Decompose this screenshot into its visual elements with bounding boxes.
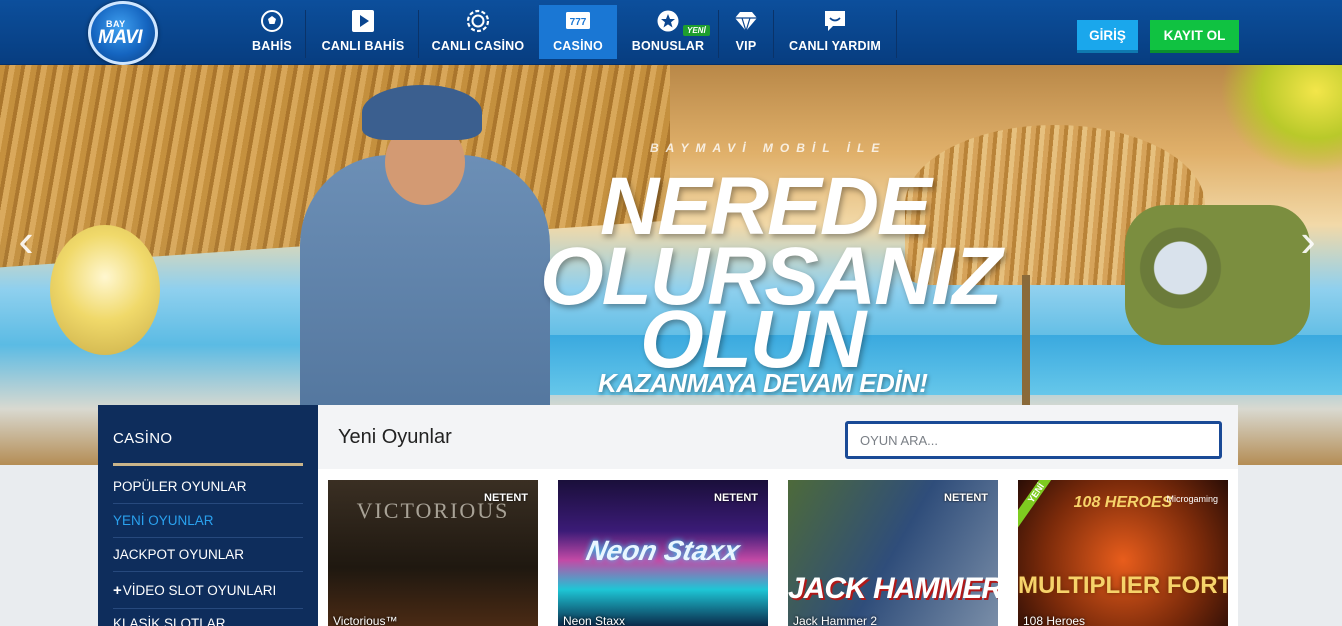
sidebar-divider [113,537,303,538]
sidebar-item-yeni[interactable]: YENİ OYUNLAR [113,513,303,528]
sidebar-title-underline [113,463,303,466]
nav-bonuslar-label: BONUSLAR [631,39,705,53]
page-gutter-right [1238,465,1342,626]
hero-owl-character [50,225,160,355]
top-navbar: BAY MAVI BAHİS CANLI BAHİS CANLI CASİNO … [0,0,1342,65]
casino-sidebar: CASİNO POPÜLER OYUNLAR YENİ OYUNLAR JACK… [98,405,318,626]
hero-subtitle: BAYMAVİ MOBİL İLE [650,141,887,155]
hero-binocular-character [1125,205,1310,345]
game-provider-label: Microgaming [1166,494,1218,504]
game-card-neon-staxx[interactable]: Neon Staxx NETENT Neon Staxx [558,480,768,626]
register-button[interactable]: KAYIT OL [1150,20,1239,53]
sidebar-divider [113,503,303,504]
game-card-victorious[interactable]: VICTORIOUS NETENT Victorious™ [328,480,538,626]
baymavi-logo[interactable]: BAY MAVI [86,1,160,65]
sidebar-item-jackpot[interactable]: JACKPOT OYUNLAR [113,547,303,562]
sidebar-item-video-slot-label: VİDEO SLOT OYUNLARI [122,583,277,598]
game-name: Victorious™ [333,614,398,626]
nav-divider [773,10,774,58]
chat-icon [825,11,845,31]
soccer-ball-icon [261,10,283,32]
new-badge: YENİ [683,25,710,36]
hero-hat [362,85,482,140]
nav-canli-bahis[interactable]: CANLI BAHİS [316,5,410,59]
logo-text-big: MAVI [98,27,143,48]
login-button[interactable]: GİRİŞ [1077,20,1138,53]
hero-cta-text: KAZANMAYA DEVAM EDİN! [598,368,928,398]
sidebar-item-video-slot[interactable]: +VİDEO SLOT OYUNLARI [113,582,303,599]
game-provider-label: NETENT [484,492,528,504]
game-card-art-title: Neon Staxx [583,535,743,566]
slot-777-icon: 777 [566,12,590,29]
nav-casino-label: CASİNO [553,39,603,53]
sidebar-divider [113,608,303,609]
nav-vip[interactable]: VIP [728,5,764,59]
nav-canli-yardim-label: CANLI YARDIM [789,39,881,53]
game-name: Neon Staxx [563,614,626,626]
sidebar-item-populer[interactable]: POPÜLER OYUNLAR [113,479,303,494]
page-title: Yeni Oyunlar [338,426,452,448]
nav-canli-casino[interactable]: CANLI CASİNO [428,5,528,59]
page-gutter-left [0,465,98,626]
play-icon [352,10,374,32]
game-provider-label: NETENT [714,492,758,504]
plus-icon: + [113,582,122,599]
game-card-108-heroes[interactable]: 108 HEROES MULTIPLIER FORTUNES Microgami… [1018,480,1228,626]
nav-divider [418,10,419,58]
nav-divider [718,10,719,58]
game-name: Jack Hammer 2 [793,614,878,626]
nav-vip-label: VIP [735,39,757,53]
nav-divider [896,10,897,58]
sidebar-title: CASİNO [113,430,173,447]
nav-casino[interactable]: 777 CASİNO [539,5,617,59]
hero-prev-arrow-icon[interactable]: ‹ [6,215,46,265]
nav-divider [305,10,306,58]
casino-chip-icon [466,9,490,33]
game-card-art-subtitle: MULTIPLIER FORTUNES [1018,572,1228,599]
nav-canli-yardim[interactable]: CANLI YARDIM [784,5,886,59]
game-card-jack-hammer-2[interactable]: JACK HAMMER 2 NETENT Jack Hammer 2 [788,480,998,626]
nav-canli-bahis-label: CANLI BAHİS [321,39,405,53]
nav-bahis[interactable]: BAHİS [246,5,298,59]
game-card-art-title: JACK HAMMER 2 [788,572,998,605]
game-search-input[interactable] [845,421,1222,459]
diamond-icon [735,12,757,33]
sidebar-item-klasik[interactable]: KLASİK SLOTLAR [113,616,303,626]
game-provider-label: NETENT [944,492,988,504]
hero-palm-leaves [1220,65,1342,175]
sidebar-divider [113,571,303,572]
svg-text:777: 777 [570,17,587,28]
game-name: 108 Heroes [1023,614,1086,626]
nav-bahis-label: BAHİS [252,39,292,53]
games-header: Yeni Oyunlar [318,405,1238,469]
nav-canli-casino-label: CANLI CASİNO [431,39,525,53]
star-icon [657,10,679,32]
hero-next-arrow-icon[interactable]: › [1288,215,1328,265]
